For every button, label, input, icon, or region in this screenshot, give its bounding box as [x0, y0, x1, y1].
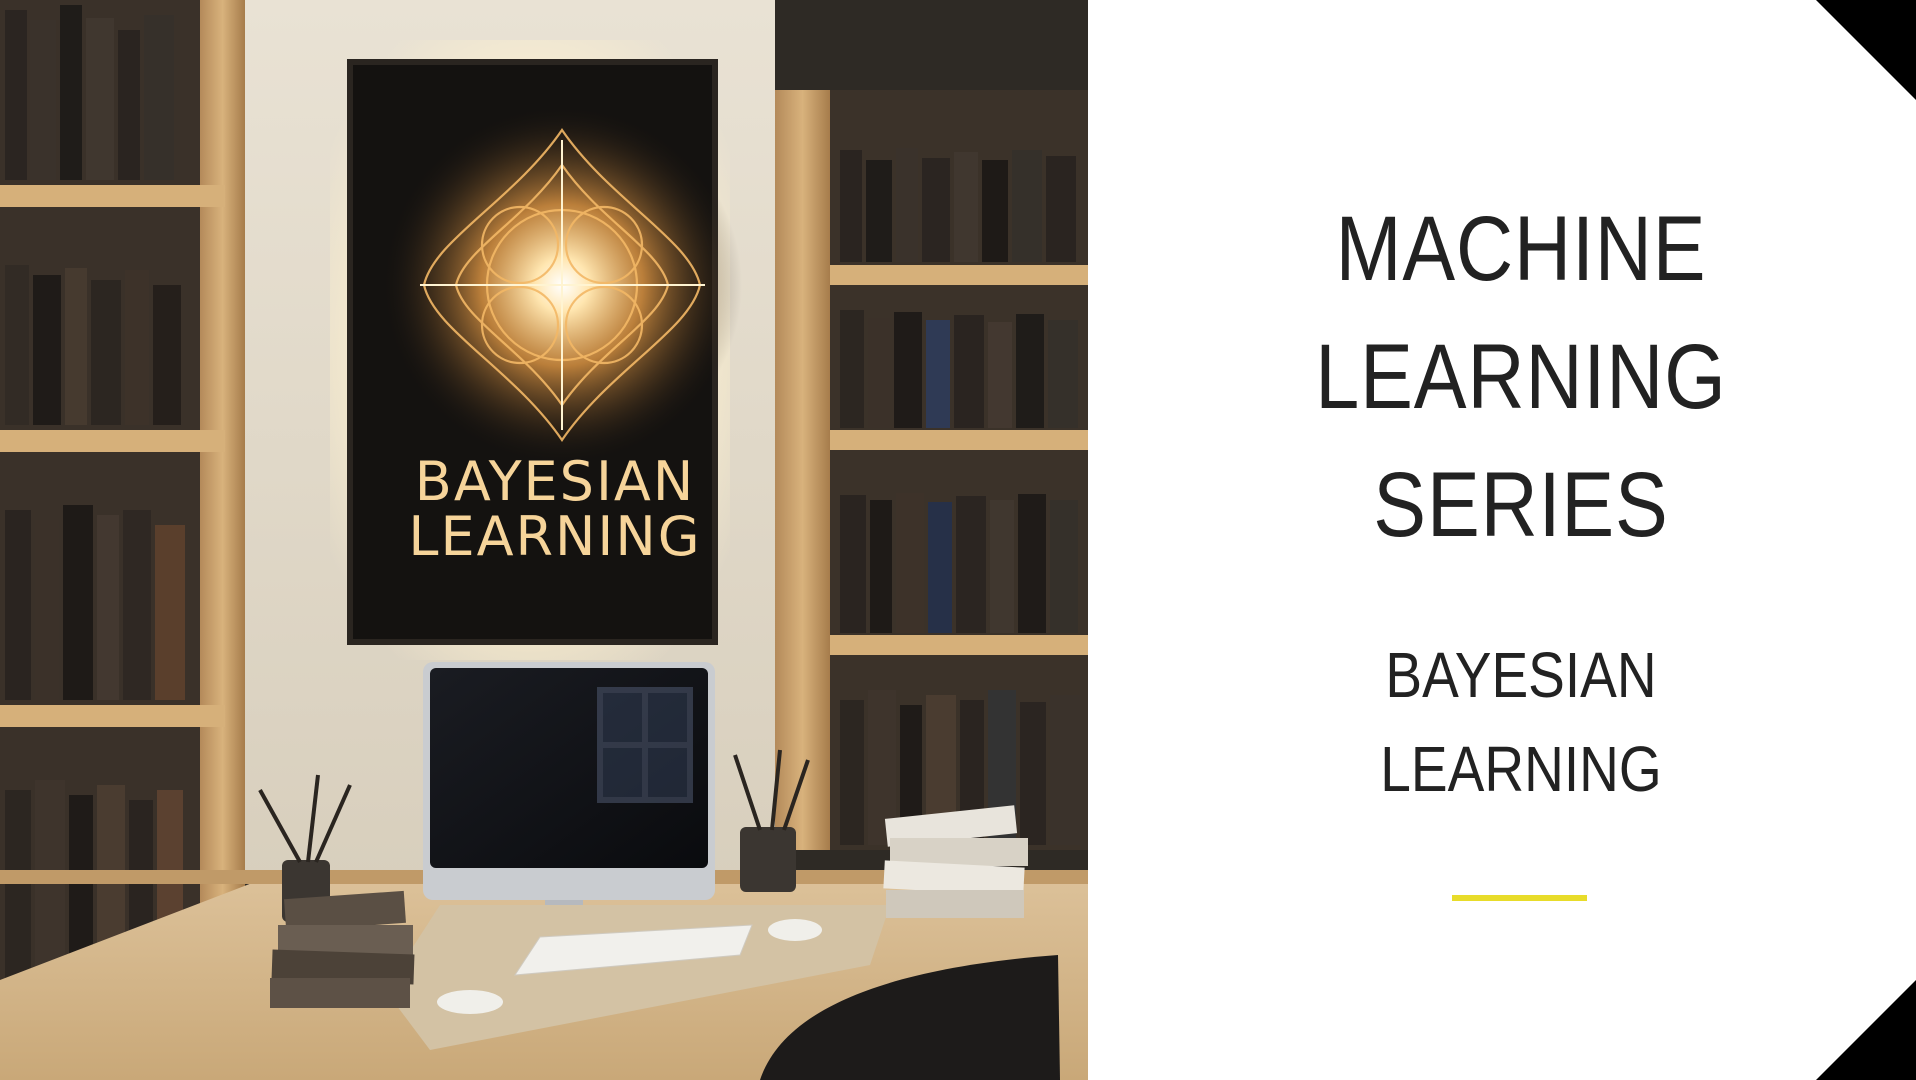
series-title: MACHINE LEARNING SERIES: [1149, 185, 1894, 569]
poster-line-1: BAYESIAN: [415, 450, 695, 513]
subtitle-line-2: LEARNING: [1380, 733, 1662, 805]
title-slide: BAYESIAN LEARNING MACHINE LEARNING SERIE…: [0, 0, 1916, 1080]
subtitle: BAYESIAN LEARNING: [1149, 628, 1894, 816]
corner-decoration-bottom: [1816, 980, 1916, 1080]
series-title-line-3: SERIES: [1373, 454, 1669, 556]
poster-line-2: LEARNING: [408, 505, 701, 568]
title-panel: MACHINE LEARNING SERIES BAYESIAN LEARNIN…: [1088, 0, 1916, 1080]
series-title-line-1: MACHINE: [1335, 198, 1707, 300]
subtitle-line-1: BAYESIAN: [1385, 639, 1657, 711]
accent-underline: [1452, 895, 1587, 901]
study-room-illustration: BAYESIAN LEARNING: [0, 0, 1088, 1080]
series-title-line-2: LEARNING: [1315, 326, 1727, 428]
corner-decoration-top: [1816, 0, 1916, 100]
